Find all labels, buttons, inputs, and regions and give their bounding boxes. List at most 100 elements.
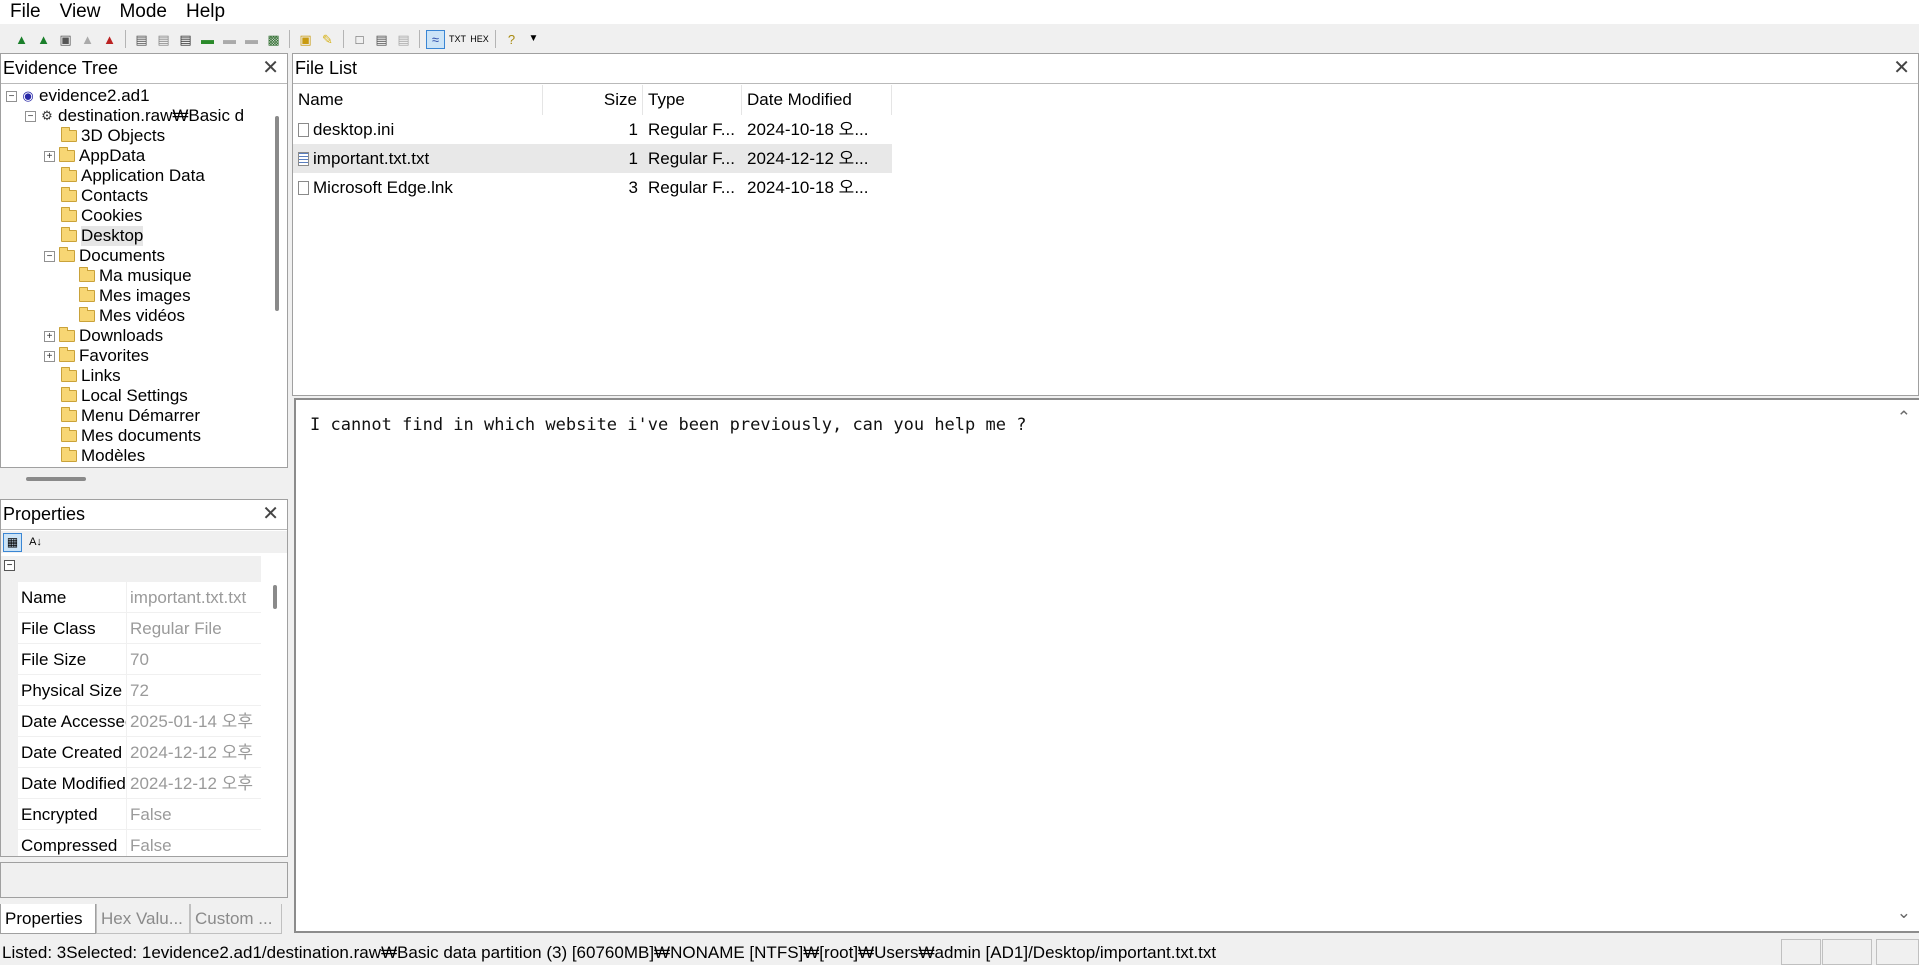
property-row[interactable]: Date Modified 2024-12-12 오후 [18,768,261,799]
property-row[interactable]: Date Accessed 2025-01-14 오후 [18,706,261,737]
file-list-title: File List [295,58,358,78]
tab-properties[interactable]: Properties [0,904,96,934]
auto-view-icon[interactable]: ≈ [426,29,445,49]
help-icon[interactable]: ? [502,30,521,49]
toolbar-separator [495,30,496,48]
categorized-icon[interactable]: ▦ [3,532,22,552]
scroll-down-icon[interactable]: ⌄ [1897,903,1911,923]
add-evidence-icon[interactable]: ▲ [12,30,31,49]
menu-file[interactable]: File [0,0,50,24]
property-row[interactable]: File Class Regular File [18,613,261,644]
tree-folder-mes-videos[interactable]: Mes vidéos [64,306,185,326]
table-of-contents-icon[interactable]: ✎ [318,30,337,49]
collapse-icon[interactable]: − [4,560,15,571]
text-file-icon [298,152,309,166]
column-type[interactable]: Type [643,85,742,115]
tree-folder-desktop[interactable]: Desktop [46,226,144,246]
text-view-icon[interactable]: TXT [448,30,467,49]
column-date-modified[interactable]: Date Modified [742,85,892,115]
tree-folder-modeles[interactable]: Modèles [46,446,145,466]
collapse-icon[interactable]: − [25,110,36,122]
tree-node-root[interactable]: − ◉ evidence2.ad1 [6,86,150,106]
export-list-icon[interactable]: ▤ [394,30,413,49]
verify-drive-icon[interactable]: ▬ [198,30,217,49]
obtain-protected-files-icon[interactable]: ▩ [264,30,283,49]
folder-icon [61,167,77,182]
folder-icon [59,147,75,162]
overflow-icon[interactable]: ▼ [524,30,543,49]
tree-folder-cookies[interactable]: Cookies [46,206,142,226]
tree-node-partition[interactable]: − ⚙ destination.raw₩Basic d [25,106,244,126]
tree-folder-mes-documents[interactable]: Mes documents [46,426,201,446]
column-size[interactable]: Size [543,85,643,115]
capture-memory-icon[interactable]: ▬ [242,30,261,49]
tree-folder-links[interactable]: Links [46,366,121,386]
column-name[interactable]: Name [293,85,543,115]
properties-pane: Properties ✕ ▦ A↓ − Name important.txt.tx… [0,499,288,857]
file-row[interactable]: desktop.ini 1 Regular F... 2024-10-18 오.… [293,115,892,144]
close-icon[interactable]: ✕ [262,58,279,78]
tree-folder-mes-images[interactable]: Mes images [64,286,191,306]
collapse-icon[interactable]: − [6,90,17,102]
property-row[interactable]: Encrypted False [18,799,261,830]
tree-folder-local-settings[interactable]: Local Settings [46,386,188,406]
properties-grid: − Name important.txt.txt File Class Regula… [1,556,261,856]
remove-evidence-icon[interactable]: ▲ [78,30,97,49]
close-icon[interactable]: ✕ [1893,58,1910,78]
tree-folder-3d-objects[interactable]: 3D Objects [46,126,165,146]
file-size: 1 [628,149,638,168]
add-all-evidence-icon[interactable]: ▲ [34,30,53,49]
close-icon[interactable]: ✕ [262,504,279,524]
tree-folder-menu-demarrer[interactable]: Menu Démarrer [46,406,200,426]
tree-folder-application-data[interactable]: Application Data [46,166,205,186]
expand-icon[interactable]: + [44,330,55,342]
export-directory-listing-icon[interactable]: ▤ [372,30,391,49]
tree-folder-appdata[interactable]: + AppData [44,146,145,166]
file-name: important.txt.txt [293,144,543,173]
scroll-up-icon[interactable]: ⌃ [1897,408,1911,428]
expand-icon[interactable]: + [44,350,55,362]
file-list-pane: File List ✕ Name Size Type Date Modified… [292,53,1919,396]
export-file-hash-icon[interactable]: □ [350,30,369,49]
tab-hex-value[interactable]: Hex Valu... [96,904,190,934]
evidence-tree-title: Evidence Tree [3,58,119,78]
tree-vertical-scrollbar[interactable] [275,116,279,311]
create-disk-image-icon[interactable]: ▤ [132,30,151,49]
tree-folder-contacts[interactable]: Contacts [46,186,148,206]
export-files-icon[interactable]: ▤ [154,30,173,49]
expand-icon[interactable]: + [44,150,55,162]
file-row[interactable]: Microsoft Edge.lnk 3 Regular F... 2024-1… [293,173,892,202]
property-row[interactable]: Name important.txt.txt [18,582,261,613]
tree-folder-ma-musique[interactable]: Ma musique [64,266,192,286]
hex-view-icon[interactable]: HEX [470,30,489,49]
decrypt-icon[interactable]: ▬ [220,30,239,49]
collapse-icon[interactable]: − [44,250,55,262]
property-row[interactable]: File Size 70 [18,644,261,675]
tab-custom-content[interactable]: Custom ... [190,904,282,934]
file-list-columns: Name Size Type Date Modified [293,85,892,115]
tree-horizontal-scrollbar[interactable] [26,477,86,481]
toolbar-separator [289,30,290,48]
tree-folder-downloads[interactable]: + Downloads [44,326,163,346]
tree-folder-documents[interactable]: − Documents [44,246,165,266]
file-row[interactable]: important.txt.txt 1 Regular F... 2024-12… [293,144,892,173]
menu-mode[interactable]: Mode [109,0,176,24]
property-row[interactable]: Physical Size 72 [18,675,261,706]
detect-encrypted-icon[interactable]: ▣ [296,30,315,49]
tree-folder-favorites[interactable]: + Favorites [44,346,149,366]
menu-view[interactable]: View [50,0,110,24]
remove-all-icon[interactable]: ▲ [100,30,119,49]
menu-bar: File View Mode Help [0,0,1919,24]
file-content-viewer[interactable]: I cannot find in which website i've been… [294,398,1919,933]
property-row[interactable]: Date Created 2024-12-12 오후 [18,737,261,768]
status-panel [1822,939,1872,965]
export-directory-icon[interactable]: ▤ [176,30,195,49]
folder-icon [61,207,77,222]
sort-alphabetical-icon[interactable]: A↓ [26,533,45,552]
image-mounting-icon[interactable]: ▣ [56,30,75,49]
menu-help[interactable]: Help [176,0,234,24]
folder-icon [61,447,77,462]
property-row[interactable]: Compressed False [18,830,261,856]
folder-icon [61,367,77,382]
properties-scrollbar[interactable] [273,585,277,609]
